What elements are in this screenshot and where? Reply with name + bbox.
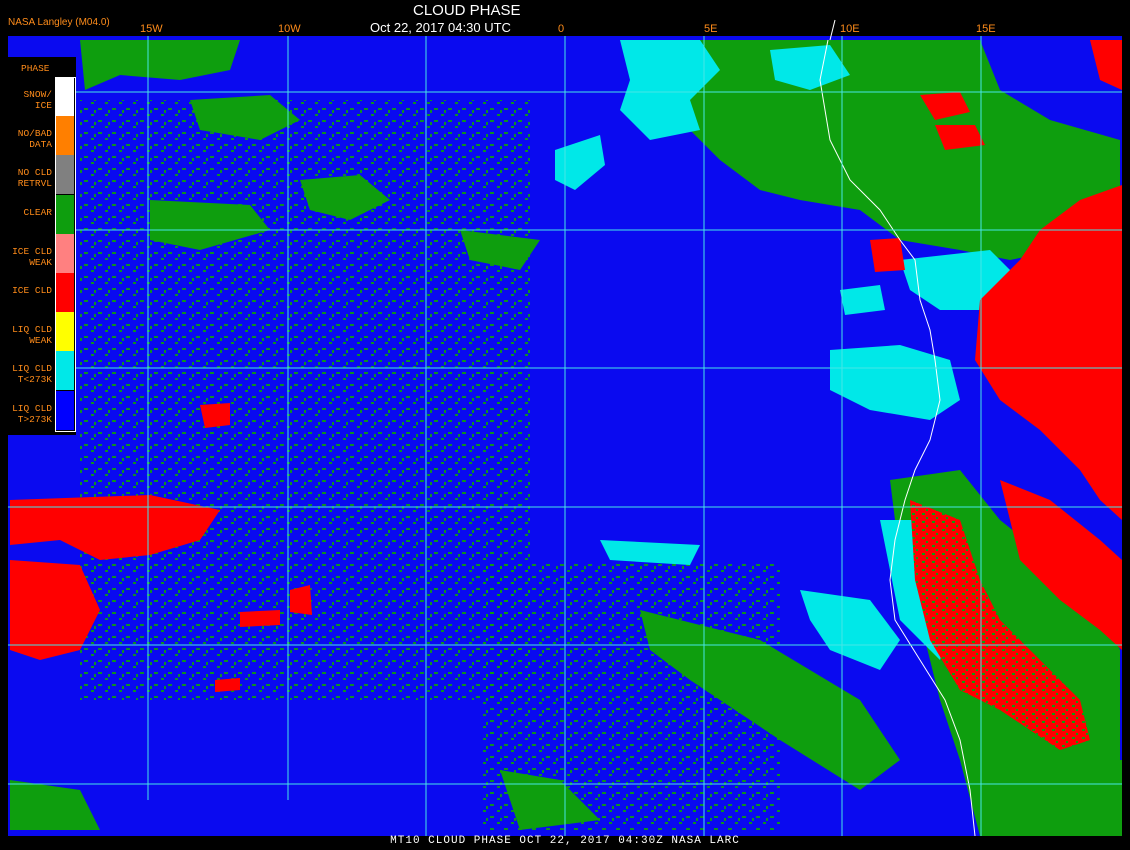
legend-border	[55, 77, 76, 432]
legend-item-label: NO/BAD DATA	[18, 128, 52, 150]
legend-title: PHASE	[21, 63, 50, 74]
legend-item-label: ICE CLD WEAK	[12, 246, 52, 268]
legend-label-line1: LIQ CLD	[12, 402, 52, 414]
legend-label-line2: RETRVL	[17, 178, 52, 190]
lon-label-5e: 5E	[704, 23, 718, 35]
map-title: CLOUD PHASE	[413, 2, 521, 19]
legend-label-line2: WEAK	[29, 335, 52, 347]
lon-label-10w: 10W	[278, 23, 301, 35]
lon-label-15w: 15W	[140, 23, 163, 35]
lon-label-0: 0	[558, 23, 565, 35]
legend-item-label: LIQ CLD T>273K	[12, 403, 52, 425]
legend-label-line1: NO CLD	[17, 167, 52, 179]
legend-label-line2: CLEAR	[23, 206, 52, 218]
legend-item-label: LIQ CLD T<273K	[12, 363, 52, 385]
credit-text: NASA Langley (M04.0)	[8, 17, 110, 28]
legend-label-line2: WEAK	[29, 256, 52, 268]
lon-label-10e: 10E	[840, 23, 860, 35]
legend-label-line1: LIQ CLD	[12, 324, 52, 336]
legend-item-label: LIQ CLD WEAK	[12, 324, 52, 346]
legend-label-line1: SNOW/	[23, 89, 52, 100]
legend-label-line2: T>273K	[17, 413, 52, 425]
footer-caption: MT10 CLOUD PHASE OCT 22, 2017 04:30Z NAS…	[390, 835, 740, 847]
legend-label-line2: ICE CLD	[12, 285, 52, 296]
cloud-phase-map	[8, 19, 1122, 837]
legend-label-line2: ICE	[34, 100, 52, 111]
legend-item-label: SNOW/ICE	[23, 89, 52, 111]
legend-label-line2: T<273K	[17, 374, 52, 386]
legend-label-line1: NO/BAD	[17, 128, 52, 140]
legend-label-line1: LIQ CLD	[12, 363, 52, 375]
legend-item-label: ICE CLD	[12, 285, 52, 296]
legend-item-label: NO CLD RETRVL	[18, 167, 52, 189]
lon-label-15e: 15E	[976, 23, 996, 35]
legend-label-line1: ICE CLD	[12, 245, 52, 257]
legend-item-label: CLEAR	[23, 207, 52, 218]
legend-label-line2: DATA	[29, 139, 52, 151]
phase-legend: PHASE SNOW/ICE NO/BAD DATA NO CLD RETRVL CLEA…	[6, 57, 76, 435]
map-timestamp: Oct 22, 2017 04:30 UTC	[370, 20, 511, 35]
